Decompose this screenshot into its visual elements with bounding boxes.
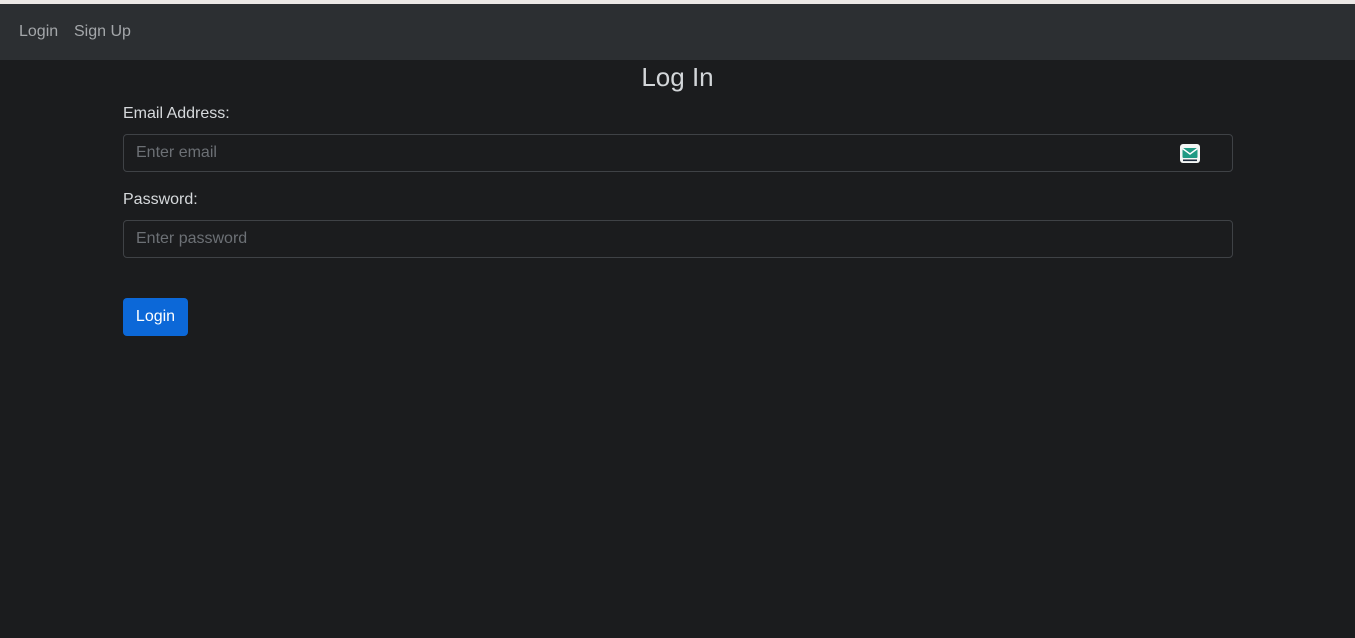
password-label: Password: [123,191,198,208]
email-input[interactable] [124,135,1176,171]
password-input[interactable] [124,221,1176,257]
mail-icon[interactable] [1180,144,1200,163]
page-title: Log In [641,62,714,92]
email-field-wrapper [123,134,1233,172]
email-label: Email Address: [123,105,230,122]
navbar: Login Sign Up [0,4,1355,60]
password-field-wrapper [123,220,1233,258]
nav-signup-link[interactable]: Sign Up [74,22,131,42]
login-button[interactable]: Login [123,298,188,336]
nav-login-link[interactable]: Login [19,22,58,42]
